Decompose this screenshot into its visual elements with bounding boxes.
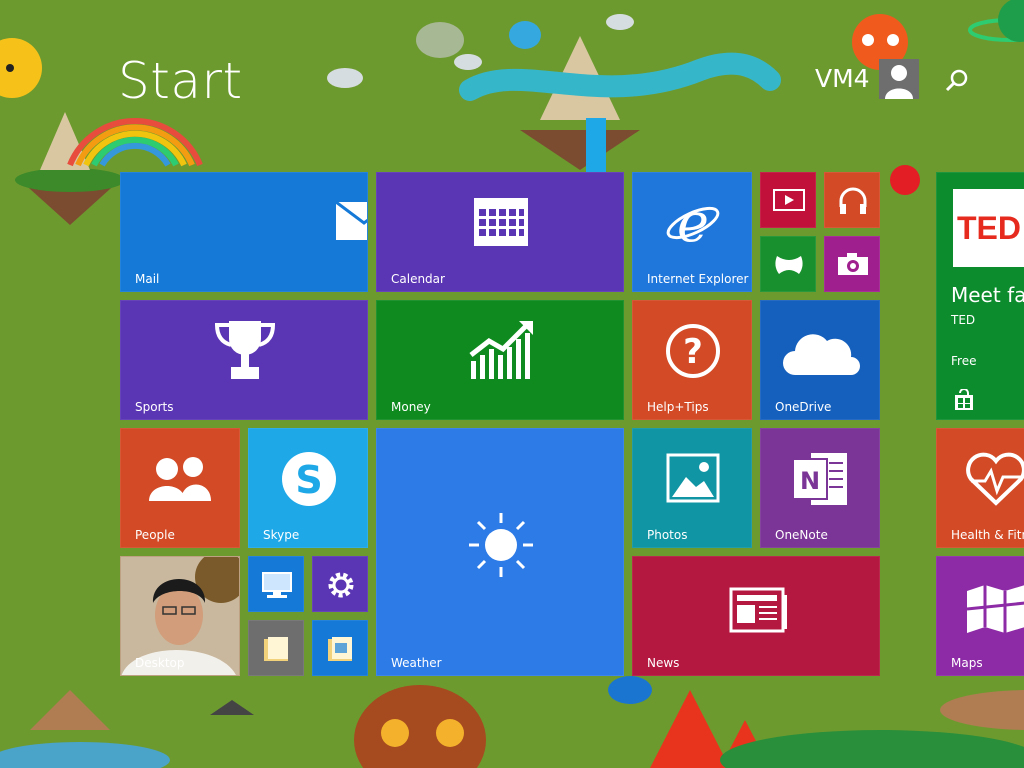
money-tile[interactable]: Money — [376, 300, 624, 420]
tile-label: Photos — [647, 528, 688, 542]
user-name[interactable]: VM4 — [815, 64, 870, 93]
skype-icon: S — [282, 452, 336, 506]
games-tile[interactable] — [760, 236, 816, 292]
gear-icon — [328, 572, 354, 598]
health-tile[interactable]: Health & Fitne — [936, 428, 1024, 548]
music-tile[interactable] — [824, 172, 880, 228]
sports-tile[interactable]: Sports — [120, 300, 368, 420]
person-icon — [885, 65, 913, 99]
newspaper-icon — [729, 587, 787, 633]
calendar-tile[interactable]: Calendar — [376, 172, 624, 292]
weather-tile[interactable]: Weather — [376, 428, 624, 676]
tile-label: Mail — [135, 272, 160, 286]
store-icon — [955, 389, 973, 410]
people-tile[interactable]: People — [120, 428, 240, 548]
svg-text:S: S — [295, 458, 322, 502]
heartbeat-icon — [966, 452, 1024, 506]
ie-tile[interactable]: e Internet Explorer — [632, 172, 752, 292]
trophy-icon — [214, 321, 276, 379]
tile-label: Money — [391, 400, 431, 414]
folder-icon — [264, 637, 288, 661]
tile-label: Maps — [951, 656, 983, 670]
photo-icon — [666, 453, 720, 503]
folder-icon — [328, 637, 352, 661]
computer-icon — [262, 572, 292, 598]
store-app-name: TED — [951, 313, 976, 327]
people-icon — [149, 457, 211, 501]
tile-label: Skype — [263, 528, 300, 542]
svg-text:e: e — [677, 195, 709, 251]
mail-tile[interactable]: Mail — [120, 172, 368, 292]
cloud-icon — [783, 334, 860, 375]
camera-icon — [838, 253, 868, 275]
news-tile[interactable]: News — [632, 556, 880, 676]
mail-icon — [335, 201, 367, 240]
question-icon: ? — [666, 324, 720, 378]
ted-logo: TED — [953, 189, 1024, 267]
headphones-icon — [839, 187, 867, 214]
svg-text:N: N — [800, 467, 820, 495]
ie-icon: e — [666, 195, 720, 251]
onenote-tile[interactable]: N OneNote — [760, 428, 880, 548]
tile-label: OneDrive — [775, 400, 832, 414]
user-avatar[interactable] — [879, 59, 919, 99]
pc-settings-tile[interactable] — [312, 556, 368, 612]
chart-icon — [469, 321, 533, 379]
tile-label: Internet Explorer — [647, 272, 749, 286]
calendar-icon — [474, 198, 528, 246]
tile-label: Health & Fitne — [951, 528, 1024, 542]
tile-label: Weather — [391, 656, 442, 670]
camera-tile[interactable] — [824, 236, 880, 292]
tile-label: Help+Tips — [647, 400, 709, 414]
store-price: Free — [951, 354, 977, 368]
tile-label: OneNote — [775, 528, 828, 542]
search-icon[interactable] — [944, 68, 970, 94]
maps-tile[interactable]: Maps — [936, 556, 1024, 676]
desktop-tile[interactable]: Desktop — [120, 556, 240, 676]
video-icon — [773, 189, 805, 211]
tile-label: Sports — [135, 400, 174, 414]
tile-label: People — [135, 528, 175, 542]
file-explorer-tile[interactable] — [248, 620, 304, 676]
library-tile[interactable] — [312, 620, 368, 676]
map-icon — [966, 585, 1024, 633]
tile-label: Calendar — [391, 272, 445, 286]
photos-tile[interactable]: Photos — [632, 428, 752, 548]
sun-icon — [469, 513, 533, 577]
onenote-icon: N — [792, 453, 847, 505]
store-tile[interactable]: TED Meet fas TED Free — [936, 172, 1024, 420]
video-tile[interactable] — [760, 172, 816, 228]
help-tile[interactable]: ? Help+Tips — [632, 300, 752, 420]
skype-tile[interactable]: S Skype — [248, 428, 368, 548]
this-pc-tile[interactable] — [248, 556, 304, 612]
onedrive-tile[interactable]: OneDrive — [760, 300, 880, 420]
store-headline: Meet fas — [951, 283, 1024, 307]
gamepad-icon — [775, 256, 803, 274]
tile-label: Desktop — [135, 656, 185, 670]
page-title: Start — [118, 52, 243, 110]
tile-label: News — [647, 656, 680, 670]
svg-text:?: ? — [683, 332, 703, 372]
